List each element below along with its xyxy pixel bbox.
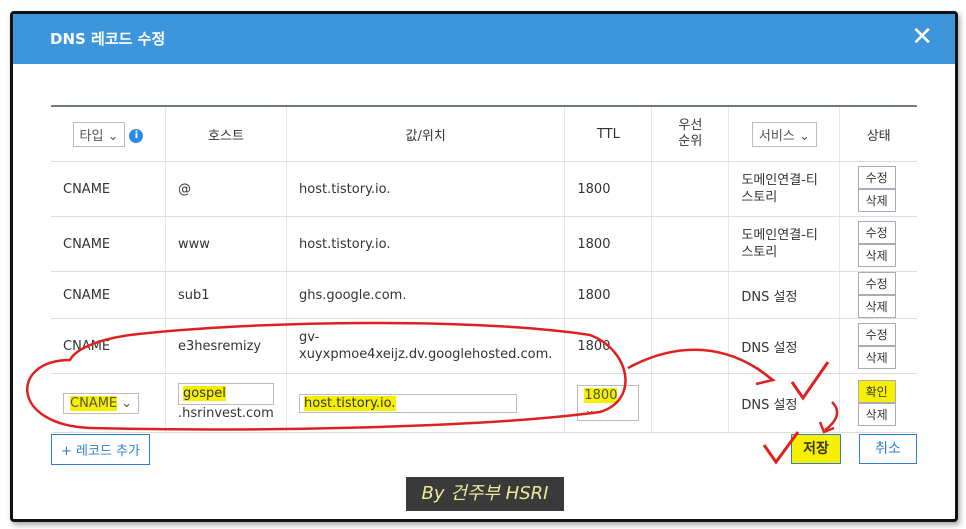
row-ttl: 1800 [564,271,653,319]
edit-value-cell: host.tistory.io. [286,373,566,433]
row-service: DNS 설정 [728,318,841,374]
save-button[interactable]: 저장 [791,434,841,464]
row-value: host.tistory.io. [286,161,566,217]
row-ttl: 1800 [564,216,653,272]
row-service: DNS 설정 [728,271,841,319]
chevron-down-icon: ⌄ [107,128,119,144]
type-filter-cell: 타입 ⌄ i [51,106,166,162]
row-priority [651,216,730,272]
chevron-down-icon: ⌄ [798,128,810,144]
value-input[interactable]: host.tistory.io. [299,393,517,413]
status-header: 상태 [839,106,917,162]
row-priority [651,318,730,374]
row-host: e3hesremizy [165,318,287,374]
row-ttl: 1800 [564,161,653,217]
table-row: CNAME e3hesremizy gv- xuyxpmoe4xeijz.dv.… [51,318,917,374]
row-actions: 수정삭제 [839,318,917,374]
host-header: 호스트 [165,106,287,162]
row-actions: 수정삭제 [839,216,917,272]
table-row: CNAME www host.tistory.io. 1800 도메인연결-티 … [51,216,917,272]
row-value: gv- xuyxpmoe4xeijz.dv.googlehosted.com. [286,318,566,374]
chevron-down-icon: ⌄ [121,395,133,411]
edit-row: CNAME ⌄ gospel .hsrinvest.com host.tisto… [51,373,917,433]
service-filter-cell: 서비스 ⌄ [728,106,841,162]
value-header: 값/위치 [286,106,566,162]
edit-type-cell: CNAME ⌄ [51,373,166,433]
row-host: sub1 [165,271,287,319]
delete-button[interactable]: 삭제 [857,403,896,426]
row-priority [651,161,730,217]
cancel-button[interactable]: 취소 [859,434,917,464]
chevron-down-icon: ⌄ [584,403,596,418]
delete-button[interactable]: 삭제 [857,295,896,318]
edit-host-cell: gospel .hsrinvest.com [165,373,287,433]
service-filter-select[interactable]: 서비스 ⌄ [751,121,817,147]
row-priority [651,271,730,319]
row-service: 도메인연결-티 스토리 [728,216,841,272]
edit-priority-cell [651,373,730,433]
confirm-button[interactable]: 확인 [857,380,896,403]
row-actions: 수정삭제 [839,161,917,217]
dialog-title: DNS 레코드 수정 [50,30,166,48]
type-filter-select[interactable]: 타입 ⌄ [72,121,126,147]
edit-ttl-cell: 1800 ⌄ [564,373,653,433]
type-select[interactable]: CNAME ⌄ [63,392,140,414]
delete-button[interactable]: 삭제 [857,189,896,212]
row-service: 도메인연결-티 스토리 [728,161,841,217]
add-record-button[interactable]: + 레코드 추가 [51,434,150,465]
host-suffix: .hsrinvest.com [178,406,274,421]
table-row: CNAME @ host.tistory.io. 1800 도메인연결-티 스토… [51,161,917,217]
dns-records-table: 타입 ⌄ i 호스트 값/위치 TTL 우선 순위 서비스 ⌄ 상태 CNAME … [51,105,917,433]
edit-button[interactable]: 수정 [857,166,896,189]
edit-button[interactable]: 수정 [857,272,896,295]
row-value: ghs.google.com. [286,271,566,319]
edit-service-cell: DNS 설정 [728,373,841,433]
edit-actions: 확인삭제 [839,373,917,433]
table-row: CNAME sub1 ghs.google.com. 1800 DNS 설정 수… [51,271,917,319]
row-actions: 수정삭제 [839,271,917,319]
table-header-row: 타입 ⌄ i 호스트 값/위치 TTL 우선 순위 서비스 ⌄ 상태 [51,106,917,162]
row-ttl: 1800 [564,318,653,374]
close-icon[interactable]: ✕ [911,23,933,51]
row-type: CNAME [51,161,166,217]
dns-record-edit-dialog: DNS 레코드 수정 ✕ 타입 ⌄ i 호스트 값/위치 TTL 우선 순위 서비… [10,11,958,522]
priority-header: 우선 순위 [651,106,730,162]
edit-button[interactable]: 수정 [857,323,896,346]
ttl-header: TTL [564,106,653,162]
row-type: CNAME [51,318,166,374]
dialog-header: DNS 레코드 수정 ✕ [13,14,955,64]
delete-button[interactable]: 삭제 [857,346,896,369]
edit-button[interactable]: 수정 [857,221,896,244]
ttl-select[interactable]: 1800 ⌄ [577,385,640,421]
watermark: By 건주부 HSRI [406,477,564,511]
row-type: CNAME [51,216,166,272]
info-icon[interactable]: i [129,129,144,143]
row-type: CNAME [51,271,166,319]
row-value: host.tistory.io. [286,216,566,272]
host-input[interactable]: gospel [178,383,274,405]
row-host: www [165,216,287,272]
delete-button[interactable]: 삭제 [857,244,896,267]
row-host: @ [165,161,287,217]
